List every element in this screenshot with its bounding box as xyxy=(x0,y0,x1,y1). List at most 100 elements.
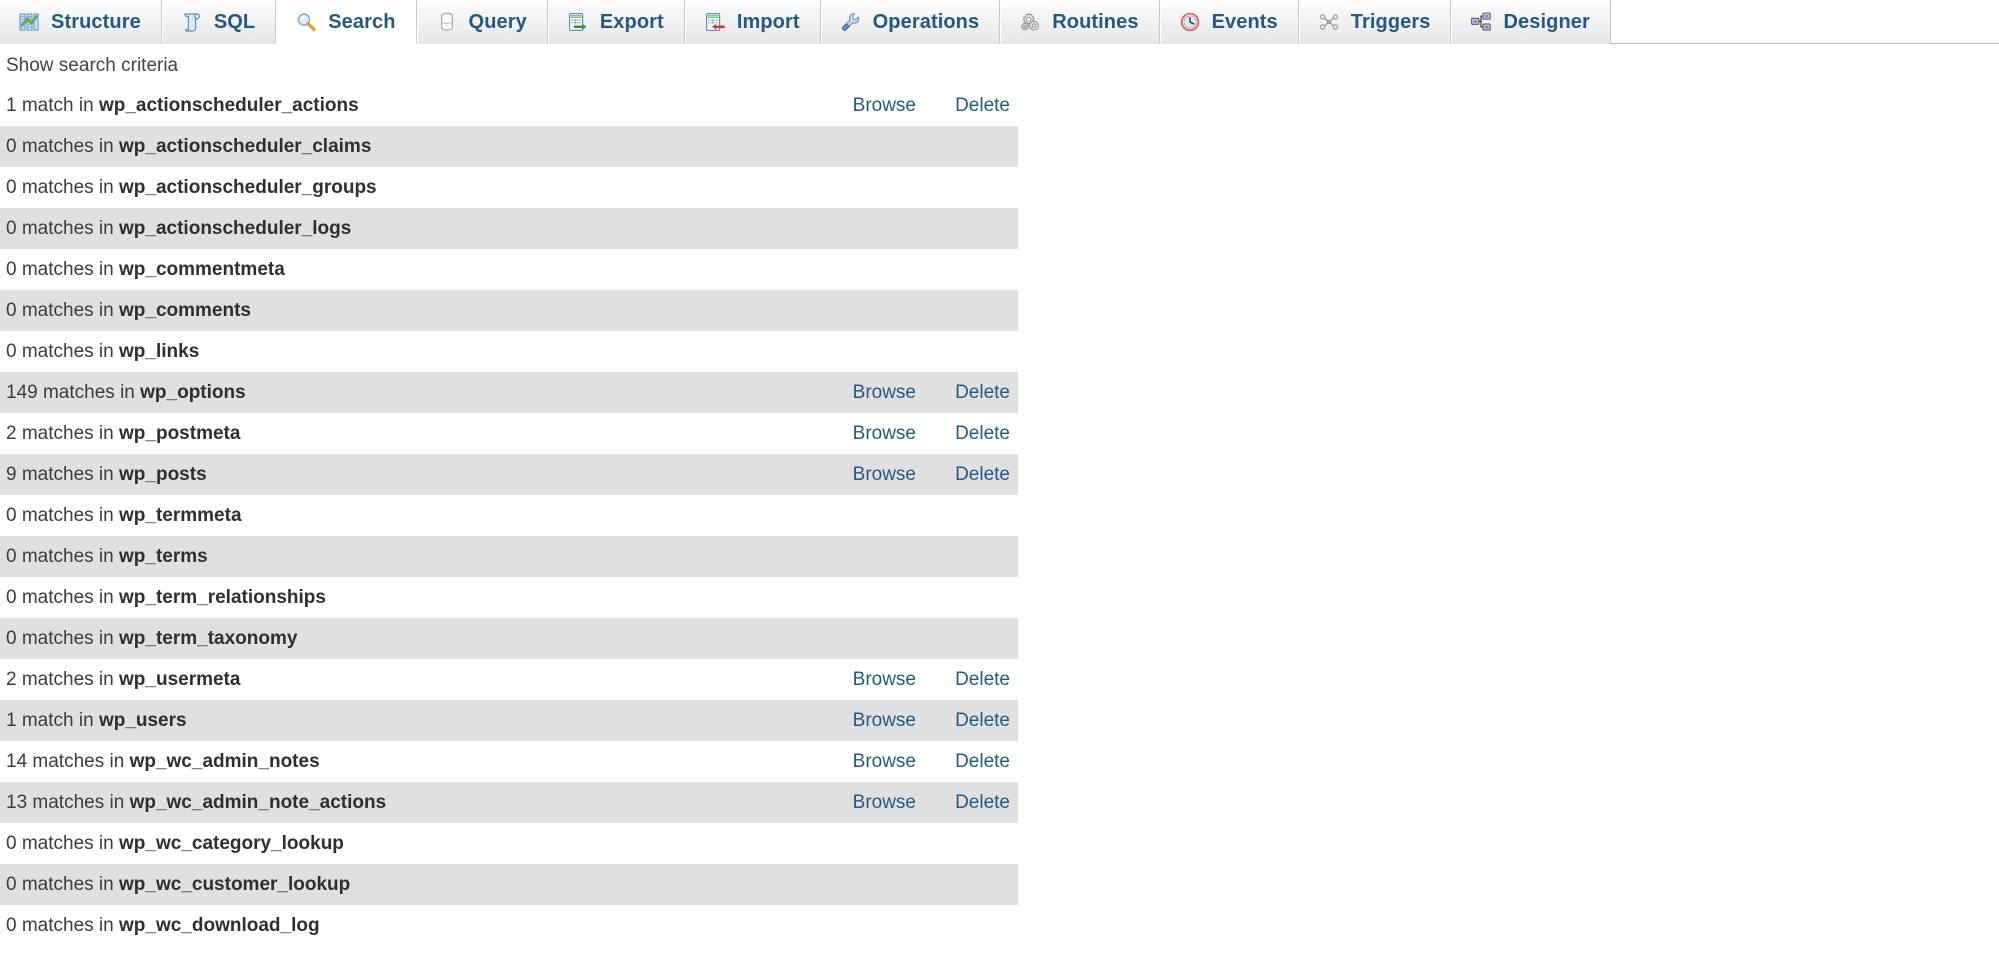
browse-cell xyxy=(830,536,924,577)
browse-link[interactable]: Browse xyxy=(853,669,916,690)
delete-cell xyxy=(924,208,1018,249)
table-name: wp_wc_category_lookup xyxy=(119,833,344,854)
tab-export[interactable]: Export xyxy=(547,0,685,44)
match-count-cell: 13 matches in wp_wc_admin_note_actions xyxy=(0,782,830,823)
match-count-text: 0 matches in xyxy=(6,136,114,157)
match-count-text: 0 matches in xyxy=(6,628,114,649)
table-row: 2 matches in wp_postmeta Browse Delete xyxy=(0,413,1018,454)
browse-cell: Browse xyxy=(830,782,924,823)
tab-query[interactable]: Query xyxy=(416,0,548,44)
delete-cell xyxy=(924,618,1018,659)
tab-label: Triggers xyxy=(1350,11,1431,33)
table-row: 13 matches in wp_wc_admin_note_actions Br… xyxy=(0,782,1018,823)
table-row: 0 matches in wp_wc_customer_lookup xyxy=(0,864,1018,905)
browse-link[interactable]: Browse xyxy=(853,464,916,485)
delete-cell: Delete xyxy=(924,659,1018,700)
delete-link[interactable]: Delete xyxy=(955,751,1010,772)
delete-cell xyxy=(924,577,1018,618)
table-row: 0 matches in wp_termmeta xyxy=(0,495,1018,536)
search-results-panel: Show search criteria 1 match in wp_actio… xyxy=(0,44,1999,946)
browse-cell: Browse xyxy=(830,413,924,454)
table-row: 0 matches in wp_actionscheduler_groups xyxy=(0,167,1018,208)
table-name: wp_users xyxy=(98,710,187,731)
table-name: wp_options xyxy=(140,382,246,403)
tab-label: Routines xyxy=(1052,11,1139,33)
browse-cell xyxy=(830,208,924,249)
table-row: 0 matches in wp_actionscheduler_logs xyxy=(0,208,1018,249)
browse-cell xyxy=(830,167,924,208)
table-name: wp_terms xyxy=(119,546,208,567)
delete-link[interactable]: Delete xyxy=(955,382,1010,403)
match-count-cell: 0 matches in wp_actionscheduler_groups xyxy=(0,167,830,208)
match-count-cell: 0 matches in wp_actionscheduler_logs xyxy=(0,208,830,249)
delete-link[interactable]: Delete xyxy=(955,792,1010,813)
triggers-icon xyxy=(1318,11,1340,33)
table-name: wp_actionscheduler_actions xyxy=(98,95,359,116)
delete-link[interactable]: Delete xyxy=(955,95,1010,116)
match-count-text: 2 matches in xyxy=(6,669,114,690)
table-name: wp_usermeta xyxy=(119,669,241,690)
search-results-body: 1 match in wp_actionscheduler_actions Bro… xyxy=(0,85,1018,946)
match-count-text: 14 matches in xyxy=(6,751,125,772)
tab-import[interactable]: Import xyxy=(684,0,821,44)
tab-designer[interactable]: Designer xyxy=(1451,0,1611,44)
table-name: wp_postmeta xyxy=(119,423,241,444)
table-name: wp_posts xyxy=(119,464,207,485)
match-count-text: 0 matches in xyxy=(6,587,114,608)
delete-cell xyxy=(924,905,1018,946)
tab-label: Operations xyxy=(872,11,980,33)
browse-cell: Browse xyxy=(830,659,924,700)
browse-link[interactable]: Browse xyxy=(853,710,916,731)
match-count-text: 0 matches in xyxy=(6,341,114,362)
match-count-cell: 0 matches in wp_term_relationships xyxy=(0,577,830,618)
tab-events[interactable]: Events xyxy=(1159,0,1299,44)
table-row: 0 matches in wp_terms xyxy=(0,536,1018,577)
tab-structure[interactable]: Structure xyxy=(0,0,162,44)
match-count-text: 9 matches in xyxy=(6,464,114,485)
wrench-icon xyxy=(840,11,862,33)
match-count-cell: 149 matches in wp_options xyxy=(0,372,830,413)
browse-cell xyxy=(830,577,924,618)
match-count-cell: 0 matches in wp_commentmeta xyxy=(0,249,830,290)
match-count-text: 0 matches in xyxy=(6,218,114,239)
table-name: wp_wc_customer_lookup xyxy=(119,874,351,895)
match-count-text: 149 matches in xyxy=(6,382,135,403)
table-row: 149 matches in wp_options Browse Delete xyxy=(0,372,1018,413)
match-count-cell: 2 matches in wp_usermeta xyxy=(0,659,830,700)
delete-cell xyxy=(924,167,1018,208)
match-count-cell: 1 match in wp_actionscheduler_actions xyxy=(0,85,830,126)
browse-link[interactable]: Browse xyxy=(853,382,916,403)
browse-link[interactable]: Browse xyxy=(853,792,916,813)
match-count-cell: 0 matches in wp_term_taxonomy xyxy=(0,618,830,659)
match-count-cell: 2 matches in wp_postmeta xyxy=(0,413,830,454)
browse-link[interactable]: Browse xyxy=(853,751,916,772)
match-count-cell: 0 matches in wp_wc_category_lookup xyxy=(0,823,830,864)
search-results-table: 1 match in wp_actionscheduler_actions Bro… xyxy=(0,85,1018,946)
delete-link[interactable]: Delete xyxy=(955,710,1010,731)
match-count-cell: 0 matches in wp_terms xyxy=(0,536,830,577)
table-name: wp_links xyxy=(119,341,200,362)
table-row: 0 matches in wp_actionscheduler_claims xyxy=(0,126,1018,167)
tab-operations[interactable]: Operations xyxy=(820,0,1001,44)
match-count-text: 0 matches in xyxy=(6,915,114,936)
table-name: wp_actionscheduler_logs xyxy=(119,218,352,239)
delete-link[interactable]: Delete xyxy=(955,464,1010,485)
match-count-text: 0 matches in xyxy=(6,874,114,895)
show-search-criteria-link[interactable]: Show search criteria xyxy=(0,44,1999,85)
browse-link[interactable]: Browse xyxy=(853,423,916,444)
browse-link[interactable]: Browse xyxy=(853,95,916,116)
table-row: 0 matches in wp_links xyxy=(0,331,1018,372)
tab-routines[interactable]: Routines xyxy=(1000,0,1160,44)
tab-search[interactable]: Search xyxy=(276,0,417,44)
browse-cell xyxy=(830,126,924,167)
tab-triggers[interactable]: Triggers xyxy=(1298,0,1452,44)
match-count-cell: 0 matches in wp_comments xyxy=(0,290,830,331)
browse-cell: Browse xyxy=(830,85,924,126)
match-count-cell: 14 matches in wp_wc_admin_notes xyxy=(0,741,830,782)
delete-link[interactable]: Delete xyxy=(955,423,1010,444)
table-row: 1 match in wp_actionscheduler_actions Bro… xyxy=(0,85,1018,126)
tab-label: Structure xyxy=(51,11,141,33)
delete-link[interactable]: Delete xyxy=(955,669,1010,690)
tab-sql[interactable]: SQL xyxy=(161,0,277,44)
table-row: 0 matches in wp_term_relationships xyxy=(0,577,1018,618)
